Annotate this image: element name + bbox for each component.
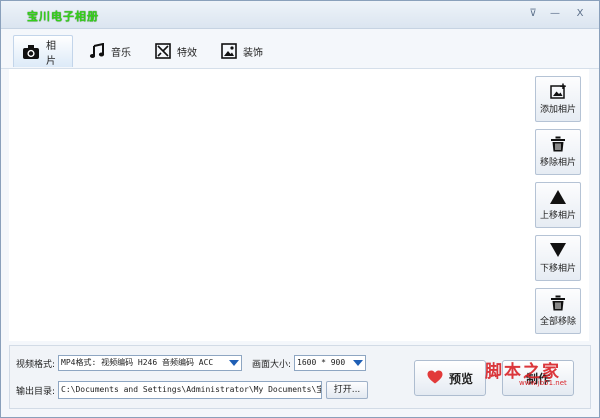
title-bar: 宝川电子相册 ⊽ — X bbox=[1, 1, 599, 29]
picture-frame-icon bbox=[221, 43, 237, 59]
video-format-select[interactable]: MP4格式: 视频编码 H246 音频编码 ACC bbox=[58, 355, 242, 371]
heart-icon bbox=[427, 370, 443, 387]
remove-photo-label: 移除相片 bbox=[539, 158, 576, 168]
remove-photo-button[interactable]: 移除相片 bbox=[535, 129, 581, 175]
output-label: 输出目录: bbox=[16, 387, 56, 397]
output-settings-panel: 视频格式: MP4格式: 视频编码 H246 音频编码 ACC 画面大小: 16… bbox=[9, 345, 591, 409]
effects-icon bbox=[155, 43, 171, 59]
make-label: 制作 bbox=[525, 371, 550, 386]
minimize-button[interactable]: — bbox=[545, 6, 565, 22]
triangle-up-icon bbox=[549, 189, 567, 205]
window-title: 宝川电子相册 bbox=[27, 10, 99, 23]
chevron-down-icon bbox=[229, 360, 239, 366]
music-note-icon bbox=[89, 43, 105, 59]
move-up-label: 上移相片 bbox=[539, 211, 576, 221]
close-button[interactable]: X bbox=[567, 6, 593, 22]
frame-size-select[interactable]: 1600 * 900 bbox=[294, 355, 366, 371]
preview-button[interactable]: 预览 bbox=[414, 360, 486, 396]
chevron-down-icon bbox=[353, 360, 363, 366]
open-folder-button[interactable]: 打开... bbox=[326, 381, 368, 399]
tab-label: 特效 bbox=[177, 47, 197, 59]
remove-all-label: 全部移除 bbox=[539, 317, 576, 327]
output-path-input[interactable]: C:\Documents and Settings\Administrator\… bbox=[58, 381, 322, 399]
photo-list-area[interactable] bbox=[9, 69, 589, 341]
tab-label: 相片 bbox=[46, 40, 56, 67]
tab-label: 装饰 bbox=[243, 47, 263, 59]
trash-icon bbox=[550, 136, 566, 152]
preview-label: 预览 bbox=[448, 371, 473, 386]
trash-all-icon bbox=[550, 295, 566, 311]
camera-icon bbox=[22, 44, 40, 60]
window-controls: ⊽ — X bbox=[523, 6, 593, 22]
add-photo-icon bbox=[550, 83, 566, 99]
tab-music[interactable]: 音乐 bbox=[81, 35, 139, 67]
move-down-button[interactable]: 下移相片 bbox=[535, 235, 581, 281]
tab-label: 音乐 bbox=[111, 47, 131, 59]
move-down-label: 下移相片 bbox=[539, 264, 576, 274]
tab-decorations[interactable]: 装饰 bbox=[213, 35, 271, 67]
remove-all-button[interactable]: 全部移除 bbox=[535, 288, 581, 334]
triangle-down-icon bbox=[549, 242, 567, 258]
video-format-value: MP4格式: 视频编码 H246 音频编码 ACC bbox=[61, 358, 214, 367]
tab-photos[interactable]: 相片 bbox=[13, 35, 73, 67]
tab-effects[interactable]: 特效 bbox=[147, 35, 205, 67]
frame-size-value: 1600 * 900 bbox=[297, 358, 346, 367]
menu-dropdown-button[interactable]: ⊽ bbox=[523, 6, 543, 22]
app-window: 宝川电子相册 ⊽ — X 相片 音乐 特效 装饰 添加相片 移除相片 上移相片 … bbox=[0, 0, 600, 418]
format-label: 视频格式: bbox=[16, 360, 56, 370]
size-label: 画面大小: bbox=[252, 360, 292, 370]
add-photo-button[interactable]: 添加相片 bbox=[535, 76, 581, 122]
make-button[interactable]: 制作 bbox=[502, 360, 574, 396]
tab-bar: 相片 音乐 特效 装饰 bbox=[1, 29, 599, 69]
move-up-button[interactable]: 上移相片 bbox=[535, 182, 581, 228]
add-photo-label: 添加相片 bbox=[539, 105, 576, 115]
